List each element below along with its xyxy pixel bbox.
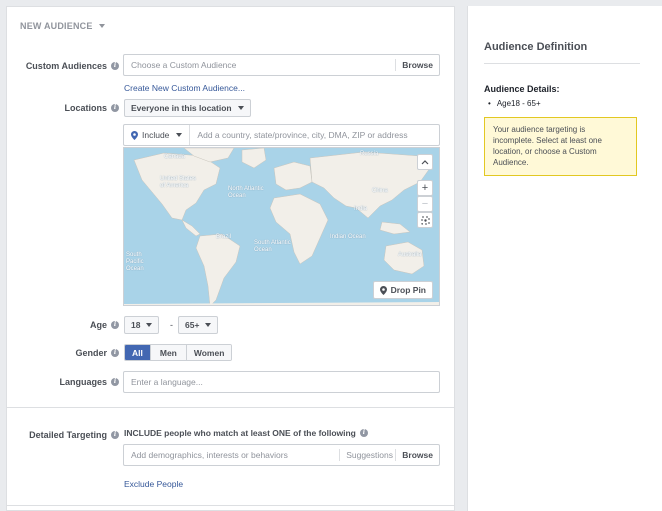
create-custom-audience-link[interactable]: Create New Custom Audience...	[124, 83, 245, 93]
location-search-field[interactable]: Include Add a country, state/province, c…	[123, 124, 440, 146]
zoom-in-icon[interactable]: +	[417, 180, 433, 196]
gender-option-men[interactable]: Men	[150, 345, 187, 360]
custom-audiences-label: Custom Audiences i	[26, 61, 119, 71]
info-icon[interactable]: i	[111, 378, 119, 386]
location-audience-dropdown[interactable]: Everyone in this location	[124, 99, 251, 117]
info-icon[interactable]: i	[111, 62, 119, 70]
chevron-down-icon	[98, 24, 105, 28]
custom-audience-browse-button[interactable]: Browse	[395, 59, 439, 71]
map-label-north-atlantic: North Atlantic Ocean	[228, 186, 264, 199]
locations-label: Locations i	[64, 103, 119, 113]
map-label-russia: Russia	[360, 151, 379, 157]
map-label-brazil: Brazil	[216, 234, 232, 240]
section-divider	[7, 407, 454, 408]
include-dropdown[interactable]: Include	[124, 125, 191, 145]
gender-option-women[interactable]: Women	[186, 345, 232, 360]
gender-selector: All Men Women	[124, 344, 233, 361]
map-label-china: China	[372, 188, 388, 194]
info-icon[interactable]: i	[111, 431, 119, 439]
audience-warning: Your audience targeting is incomplete. S…	[484, 117, 637, 176]
drop-pin-button[interactable]: Drop Pin	[372, 281, 433, 299]
new-audience-title: NEW AUDIENCE	[20, 21, 93, 31]
gender-label: Gender i	[75, 348, 119, 358]
audience-editor-panel: NEW AUDIENCE Custom Audiences i Choose a…	[6, 6, 455, 511]
custom-audience-input[interactable]: Choose a Custom Audience Browse	[123, 54, 440, 76]
sidebar-divider	[484, 63, 640, 64]
map-collapse-icon[interactable]	[417, 154, 433, 170]
map-label-indian-ocean: Indian Ocean	[330, 234, 366, 240]
chevron-down-icon	[237, 106, 244, 110]
info-icon[interactable]: i	[111, 104, 119, 112]
chevron-down-icon	[205, 323, 212, 327]
detailed-targeting-label: Detailed Targeting i	[29, 430, 119, 440]
locate-icon[interactable]	[417, 212, 433, 228]
detailed-targeting-input[interactable]: Add demographics, interests or behaviors…	[123, 444, 440, 466]
language-input[interactable]: Enter a language...	[123, 371, 440, 393]
map-label-south-atlantic: South Atlantic Ocean	[254, 240, 291, 253]
chevron-down-icon	[146, 323, 153, 327]
detailed-targeting-browse-button[interactable]: Browse	[395, 449, 439, 461]
location-pin-icon	[131, 130, 138, 140]
age-separator: -	[170, 320, 173, 330]
chevron-down-icon	[176, 133, 183, 137]
zoom-out-icon[interactable]: −	[417, 196, 433, 212]
info-icon[interactable]: i	[111, 321, 119, 329]
map-label-australia: Australia	[398, 252, 422, 258]
location-pin-icon	[379, 285, 387, 295]
audience-definition-title: Audience Definition	[484, 41, 588, 53]
new-audience-header[interactable]: NEW AUDIENCE	[20, 21, 105, 31]
map-label-south-pacific: South Pacific Ocean	[126, 252, 144, 272]
map-label-usa: United States of America	[160, 176, 197, 189]
age-max-dropdown[interactable]: 65+	[178, 316, 219, 334]
age-label: Age i	[90, 320, 119, 330]
gender-option-all[interactable]: All	[125, 345, 151, 360]
location-map[interactable]: Canada United States of America Russia C…	[123, 147, 440, 306]
languages-label: Languages i	[59, 377, 119, 387]
map-label-canada: Canada	[164, 154, 186, 160]
age-min-dropdown[interactable]: 18	[124, 316, 160, 334]
audience-details-title: Audience Details:	[484, 84, 560, 94]
audience-details-item: • Age18 - 65+	[488, 99, 541, 108]
info-icon[interactable]: i	[111, 349, 119, 357]
suggestions-button[interactable]: Suggestions	[339, 449, 399, 461]
location-search-placeholder: Add a country, state/province, city, DMA…	[197, 130, 408, 140]
info-icon[interactable]: i	[359, 429, 368, 437]
map-label-india: India	[354, 206, 368, 212]
section-divider	[7, 505, 454, 506]
audience-definition-sidebar: Audience Definition Audience Details: • A…	[467, 6, 662, 511]
exclude-people-link[interactable]: Exclude People	[124, 479, 183, 489]
bullet-icon: •	[488, 99, 491, 108]
detailed-targeting-description: INCLUDE people who match at least ONE of…	[124, 428, 368, 438]
